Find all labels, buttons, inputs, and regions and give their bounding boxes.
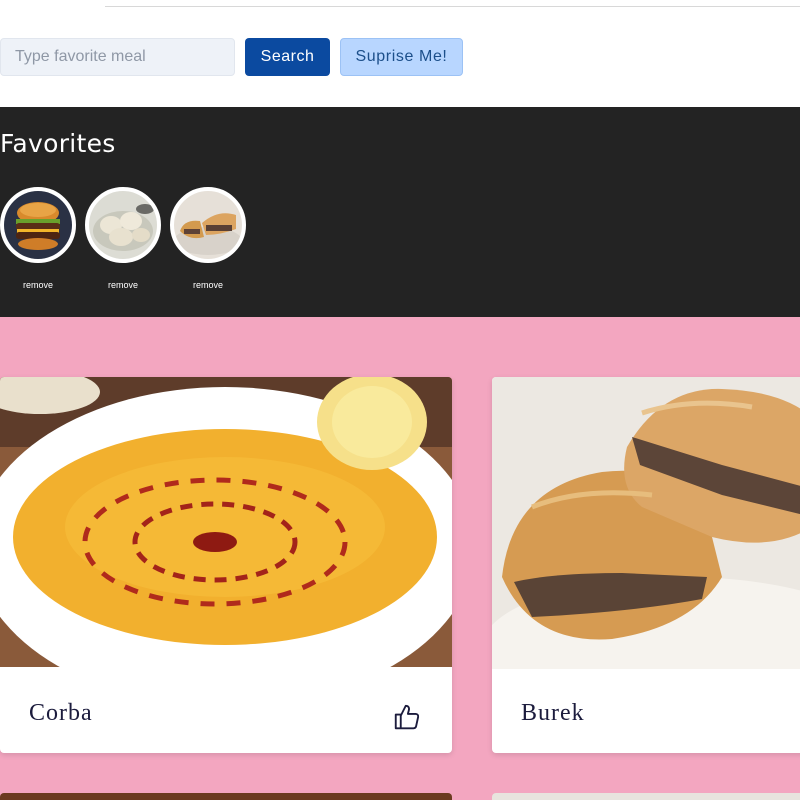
meal-title: Corba [29, 700, 93, 726]
favorite-item-burger[interactable]: remove [0, 187, 76, 290]
meal-title: Burek [521, 700, 585, 726]
search-input[interactable] [0, 38, 235, 76]
favorites-title: Favorites [0, 129, 116, 158]
surprise-me-button[interactable]: Suprise Me! [340, 38, 463, 76]
top-divider [105, 6, 800, 7]
favorite-item-dumplings[interactable]: remove [85, 187, 161, 290]
favorite-item-burek[interactable]: remove [170, 187, 246, 290]
meal-card-burek[interactable]: Burek [492, 377, 800, 753]
corba-soup-image [0, 377, 452, 677]
remove-favorite-button[interactable]: remove [170, 280, 246, 290]
meal-card-partial[interactable] [0, 793, 452, 800]
favorite-avatar-burek[interactable] [170, 187, 246, 263]
favorite-avatar-dumplings[interactable] [85, 187, 161, 263]
meal-card-corba[interactable]: Corba [0, 377, 452, 753]
burger-image [4, 191, 72, 259]
remove-favorite-button[interactable]: remove [85, 280, 161, 290]
meal-card-partial[interactable] [492, 793, 800, 800]
search-bar: Search Suprise Me! [0, 0, 800, 107]
search-button[interactable]: Search [245, 38, 330, 76]
thumbs-up-icon[interactable] [392, 702, 422, 732]
burek-image [174, 191, 242, 259]
remove-favorite-button[interactable]: remove [0, 280, 76, 290]
favorites-section: Favorites remove remove remove [0, 107, 800, 317]
dumplings-image [89, 191, 157, 259]
burek-image [492, 377, 800, 677]
favorite-avatar-burger[interactable] [0, 187, 76, 263]
